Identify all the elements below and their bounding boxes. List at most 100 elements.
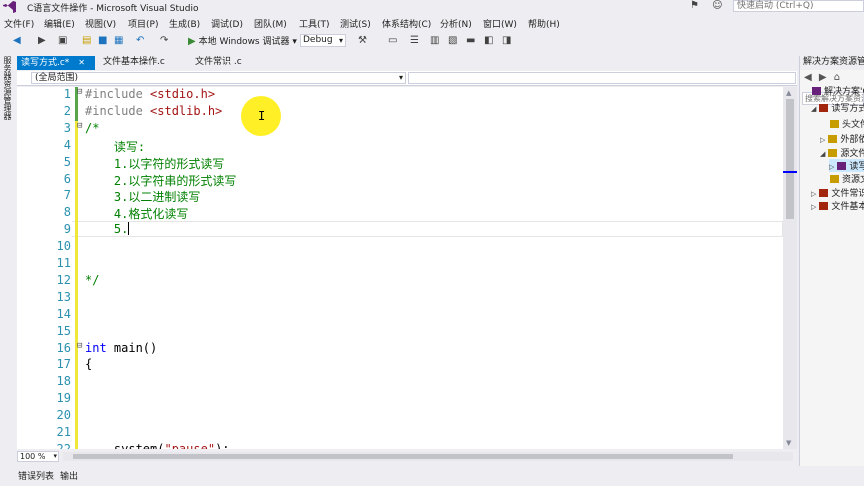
close-icon[interactable]: ✕ xyxy=(78,58,85,67)
collapse-icon[interactable]: ◢ xyxy=(820,150,825,158)
start-debugging-button[interactable]: ▶ 本地 Windows 调试器 ▾ xyxy=(188,34,297,47)
debug-toolbar-icon[interactable]: ⚒ xyxy=(358,35,367,46)
back-icon[interactable]: ◀ xyxy=(804,72,812,83)
forward-icon[interactable]: ▶ xyxy=(38,35,46,46)
quick-launch-input[interactable]: 快速启动 (Ctrl+Q) xyxy=(733,0,864,12)
solution-tree-item[interactable]: ▷ 外部依赖项 xyxy=(820,132,864,145)
collapse-icon[interactable]: ◢ xyxy=(811,105,816,113)
code-line[interactable]: 5. xyxy=(85,222,130,237)
save-all-icon[interactable]: ▦ xyxy=(114,35,123,46)
code-line[interactable]: 4.格式化读写 xyxy=(85,205,188,222)
feedback-icon[interactable]: ☺ xyxy=(712,0,722,11)
new-project-icon[interactable]: ▣ xyxy=(58,35,67,46)
zoom-dropdown[interactable]: 100 % xyxy=(17,451,59,462)
home-icon[interactable]: ⌂ xyxy=(834,72,840,83)
expand-icon[interactable]: ▷ xyxy=(811,190,816,198)
code-token: */ xyxy=(85,272,100,287)
solution-tree-item[interactable]: ◢ 读写方式 xyxy=(811,101,864,114)
code-line[interactable]: ⊟ int main() xyxy=(77,341,157,355)
horizontal-scrollbar[interactable] xyxy=(63,452,793,461)
menu-help[interactable]: 帮助(H) xyxy=(528,17,560,30)
code-line[interactable]: ⊟ #include <stdio.h> xyxy=(77,87,215,101)
file-icon xyxy=(819,104,829,112)
solution-tree-item[interactable]: 资源文件 xyxy=(820,172,864,185)
menu-analyze[interactable]: 分析(N) xyxy=(440,17,472,30)
server-explorer-tab[interactable]: 服务器资源管理器 xyxy=(0,52,14,124)
solution-tree-label: 头文件 xyxy=(842,120,864,130)
vertical-scrollbar[interactable]: ▲ ▼ xyxy=(783,87,797,449)
tab-error-list[interactable]: 错误列表 xyxy=(18,469,54,482)
menu-build[interactable]: 生成(B) xyxy=(169,17,200,30)
server-explorer-label: 服务器资源管理器 xyxy=(3,56,12,120)
menu-view[interactable]: 视图(V) xyxy=(85,17,116,30)
code-line[interactable]: 1.以字符的形式读写 xyxy=(85,155,224,172)
scroll-down-icon[interactable]: ▼ xyxy=(786,439,791,447)
bottom-panel-tabs: 错误列表 输出 xyxy=(0,466,864,486)
redo-icon[interactable]: ↷ xyxy=(160,35,168,46)
code-token: 5. xyxy=(85,222,129,237)
prev-bookmark-icon[interactable]: ◧ xyxy=(484,35,493,46)
menu-window[interactable]: 窗口(W) xyxy=(483,17,517,30)
expand-icon[interactable]: ▷ xyxy=(820,136,825,144)
solution-tree-item[interactable]: 解决方案'C语言文件操作' xyxy=(802,84,864,97)
solution-tree-item[interactable]: ▷ 文件基本操作 xyxy=(811,199,864,212)
editor-status-strip: 100 % xyxy=(17,450,797,463)
collapse-icon[interactable]: ⊟ xyxy=(77,341,82,351)
scope-dropdown[interactable]: (全局范围) xyxy=(31,72,406,84)
menu-architecture[interactable]: 体系结构(C) xyxy=(382,17,431,30)
scroll-up-icon[interactable]: ▲ xyxy=(786,89,791,97)
solution-tree-item[interactable]: ▷ 文件常识 xyxy=(811,186,864,199)
solution-tree-item[interactable]: ▷ 读写方式.c xyxy=(829,159,864,172)
notification-flag-icon[interactable]: ⚑ xyxy=(690,0,699,11)
code-editor[interactable]: 1 2 3 4 5 6 7 8 9 10 11 12 13 14 15 16 17 18 19 20 21 22 ⊟ #in… xyxy=(17,87,783,449)
code-line[interactable]: #include <stdlib.h> xyxy=(85,104,222,118)
menu-project[interactable]: 项目(P) xyxy=(128,17,158,30)
line-number: 21 xyxy=(56,425,71,439)
configuration-dropdown[interactable]: Debug xyxy=(300,34,346,47)
scrollbar-thumb[interactable] xyxy=(786,99,794,219)
line-number: 7 xyxy=(63,188,71,203)
expand-icon[interactable]: ▷ xyxy=(829,163,834,171)
menu-file[interactable]: 文件(F) xyxy=(4,17,34,30)
tab-duxie-fangshi[interactable]: 读写方式.c* ✕ xyxy=(17,56,95,70)
code-token: 读写: xyxy=(85,139,146,154)
format-icon[interactable]: ▭ xyxy=(388,35,397,46)
scrollbar-thumb[interactable] xyxy=(73,454,733,459)
tab-output[interactable]: 输出 xyxy=(60,469,78,482)
open-file-icon[interactable]: ▤ xyxy=(82,35,91,46)
next-bookmark-icon[interactable]: ◨ xyxy=(502,35,511,46)
undo-icon[interactable]: ↶ xyxy=(136,35,144,46)
code-token: /* xyxy=(85,120,100,135)
menu-test[interactable]: 测试(S) xyxy=(340,17,371,30)
tab-label: 文件基本操作.c xyxy=(103,57,165,67)
collapse-icon[interactable]: ⊟ xyxy=(77,87,82,97)
code-line[interactable]: system("pause"); xyxy=(85,442,230,449)
code-line[interactable]: 读写: xyxy=(85,138,145,155)
bookmark-icon[interactable]: ▬ xyxy=(466,35,475,46)
expand-icon[interactable]: ▷ xyxy=(811,203,816,211)
member-dropdown[interactable] xyxy=(408,72,796,84)
back-icon[interactable]: ◀ xyxy=(13,35,21,46)
tab-wenjian-jiben-caozuo[interactable]: 文件基本操作.c xyxy=(99,56,191,70)
solution-tree-item[interactable]: ◢ 源文件 xyxy=(820,146,864,159)
tab-wenjian-changshi[interactable]: 文件常识 .c xyxy=(191,56,271,70)
code-line[interactable]: 2.以字符串的形式读写 xyxy=(85,172,236,189)
code-line[interactable]: 3.以二进制读写 xyxy=(85,188,200,205)
solution-tree-item[interactable]: 头文件 xyxy=(820,117,864,130)
code-token: 4.格式化读写 xyxy=(85,207,189,222)
line-number: 3 xyxy=(63,120,71,135)
indent-icon[interactable]: ☰ xyxy=(410,35,419,46)
save-icon[interactable]: ■ xyxy=(98,35,107,46)
collapse-icon[interactable]: ⊟ xyxy=(77,121,82,131)
menu-team[interactable]: 团队(M) xyxy=(254,17,287,30)
code-line[interactable]: { xyxy=(85,357,92,371)
code-line[interactable]: ⊟/* xyxy=(77,120,100,135)
menu-tools[interactable]: 工具(T) xyxy=(299,17,330,30)
comment-icon[interactable]: ▥ xyxy=(430,35,439,46)
solution-explorer-title: 解决方案资源管理器 xyxy=(800,56,864,70)
menu-edit[interactable]: 编辑(E) xyxy=(44,17,75,30)
uncomment-icon[interactable]: ▧ xyxy=(448,35,457,46)
menu-debug[interactable]: 调试(D) xyxy=(211,17,243,30)
forward-icon[interactable]: ▶ xyxy=(819,72,827,83)
code-line[interactable]: */ xyxy=(85,273,99,287)
